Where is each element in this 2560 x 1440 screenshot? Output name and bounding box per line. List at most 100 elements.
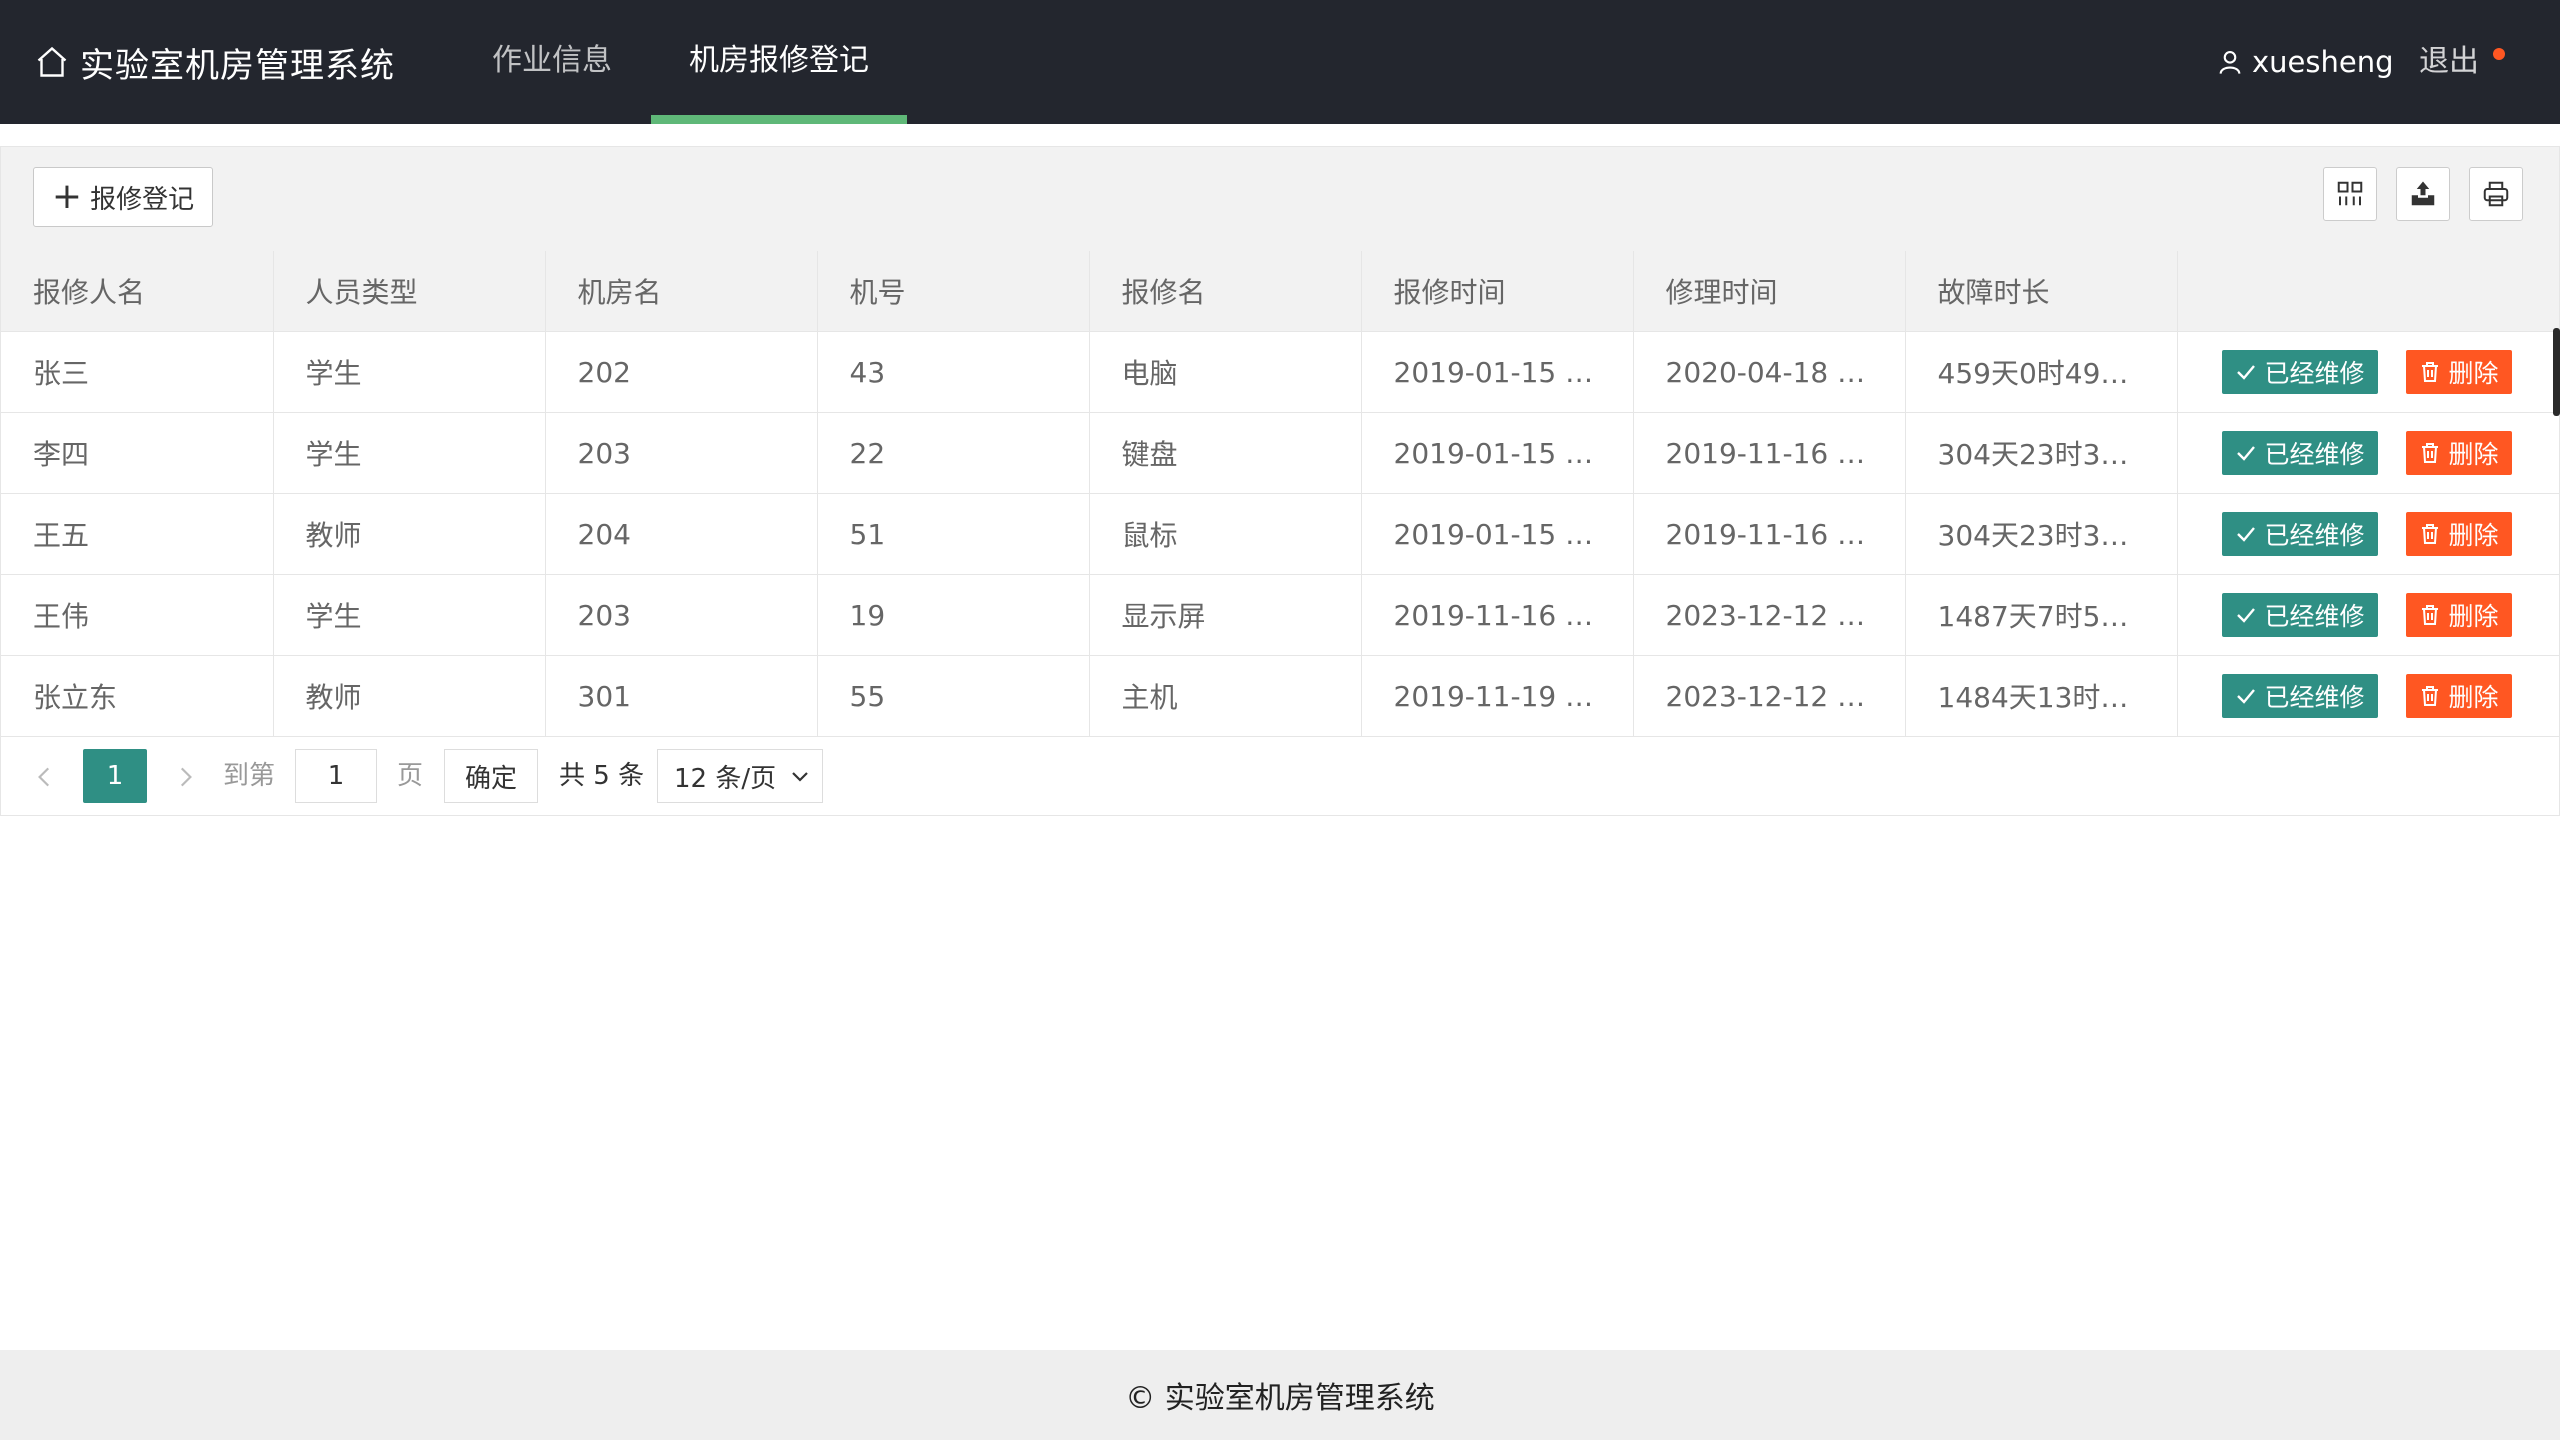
check-icon — [2237, 527, 2256, 542]
repair-table: 报修人名 人员类型 机房名 机号 报修名 报修时间 修理时间 故障时长 张三 学… — [1, 251, 2559, 737]
cell-actions: 已经维修 删除 — [2177, 331, 2559, 413]
app-logo[interactable]: 实验室机房管理系统 — [34, 36, 395, 88]
trash-icon — [2422, 443, 2439, 463]
goto-prefix: 到第 — [223, 761, 276, 791]
nav-repair-registration-label: 机房报修登记 — [689, 43, 869, 78]
footer-copyright: © 实验室机房管理系统 — [1125, 1381, 1435, 1416]
cell-fix-time: 2019-11-16 1… — [1633, 493, 1906, 575]
page-size-select[interactable]: 12 条/页 — [657, 749, 823, 803]
mark-repaired-label: 已经维修 — [2264, 359, 2365, 388]
cell-room-name: 301 — [545, 655, 818, 737]
cell-reporter-name: 张立东 — [1, 655, 274, 737]
page-footer: © 实验室机房管理系统 — [0, 1350, 2560, 1440]
print-button[interactable] — [2469, 167, 2523, 221]
cell-report-time: 2019-11-19 1… — [1361, 655, 1634, 737]
mark-repaired-label: 已经维修 — [2264, 521, 2365, 550]
col-report-time[interactable]: 报修时间 — [1361, 251, 1634, 332]
cell-room-name: 203 — [545, 412, 818, 494]
mark-repaired-button[interactable]: 已经维修 — [2221, 674, 2378, 718]
prev-page-button[interactable] — [25, 757, 65, 797]
cell-reporter-name: 王五 — [1, 493, 274, 575]
cell-fix-time: 2020-04-18 1… — [1633, 331, 1906, 413]
table-row[interactable]: 王伟 学生 203 19 显示屏 2019-11-16 1… 2023-12-1… — [1, 574, 2559, 656]
cell-report-time: 2019-01-15 1… — [1361, 493, 1634, 575]
delete-button[interactable]: 删除 — [2405, 593, 2512, 637]
mark-repaired-button[interactable]: 已经维修 — [2221, 431, 2378, 475]
mark-repaired-button[interactable]: 已经维修 — [2221, 512, 2378, 556]
goto-page-input[interactable]: 1 — [295, 749, 377, 803]
delete-button[interactable]: 删除 — [2405, 431, 2512, 475]
col-person-type[interactable]: 人员类型 — [273, 251, 546, 332]
trash-icon — [2422, 362, 2439, 382]
cell-actions: 已经维修 删除 — [2177, 655, 2559, 737]
col-fault-duration[interactable]: 故障时长 — [1905, 251, 2178, 332]
delete-button[interactable]: 删除 — [2405, 674, 2512, 718]
mark-repaired-label: 已经维修 — [2264, 683, 2365, 712]
user-menu[interactable]: xuesheng — [2216, 40, 2394, 84]
cell-report-time: 2019-11-16 1… — [1361, 574, 1634, 656]
col-room-name[interactable]: 机房名 — [545, 251, 818, 332]
cell-person-type: 学生 — [273, 412, 546, 494]
username: xuesheng — [2252, 45, 2394, 79]
goto-confirm-button[interactable]: 确定 — [444, 749, 538, 803]
cell-person-type: 教师 — [273, 655, 546, 737]
active-nav-indicator — [651, 115, 907, 124]
delete-label: 删除 — [2448, 683, 2499, 712]
cell-room-name: 204 — [545, 493, 818, 575]
trash-icon — [2422, 605, 2439, 625]
notification-dot — [2493, 48, 2505, 60]
cell-reporter-name: 王伟 — [1, 574, 274, 656]
scrollbar-thumb[interactable] — [2553, 328, 2560, 416]
nav-homework-info[interactable]: 作业信息 — [466, 0, 638, 124]
check-icon — [2237, 365, 2256, 380]
cell-room-name: 203 — [545, 574, 818, 656]
col-reporter-name[interactable]: 报修人名 — [1, 251, 274, 332]
cell-repair-item: 主机 — [1089, 655, 1362, 737]
cell-room-name: 202 — [545, 331, 818, 413]
col-actions — [2177, 251, 2559, 332]
check-icon — [2237, 446, 2256, 461]
cell-machine-no: 22 — [817, 412, 1090, 494]
columns-filter-button[interactable] — [2323, 167, 2377, 221]
cell-report-time: 2019-01-15 1… — [1361, 331, 1634, 413]
cell-fix-time: 2023-12-12 2… — [1633, 655, 1906, 737]
current-page[interactable]: 1 — [83, 749, 147, 803]
mark-repaired-label: 已经维修 — [2264, 602, 2365, 631]
table-row[interactable]: 李四 学生 203 22 键盘 2019-01-15 1… 2019-11-16… — [1, 412, 2559, 494]
table-row[interactable]: 张立东 教师 301 55 主机 2019-11-19 1… 2023-12-1… — [1, 655, 2559, 737]
cell-repair-item: 鼠标 — [1089, 493, 1362, 575]
cell-fix-time: 2023-12-12 2… — [1633, 574, 1906, 656]
cell-repair-item: 键盘 — [1089, 412, 1362, 494]
cell-actions: 已经维修 删除 — [2177, 412, 2559, 494]
delete-button[interactable]: 删除 — [2405, 512, 2512, 556]
cell-fault-duration: 1487天7时52… — [1905, 574, 2178, 656]
goto-suffix: 页 — [397, 761, 424, 791]
home-icon — [37, 46, 67, 77]
add-repair-button[interactable]: + 报修登记 — [33, 167, 213, 227]
table-row[interactable]: 王五 教师 204 51 鼠标 2019-01-15 1… 2019-11-16… — [1, 493, 2559, 575]
page-size-value: 12 条/页 — [674, 763, 777, 794]
mark-repaired-button[interactable]: 已经维修 — [2221, 593, 2378, 637]
top-header: 实验室机房管理系统 作业信息 机房报修登记 xuesheng 退出 — [0, 0, 2560, 124]
export-icon — [2411, 181, 2435, 206]
table-row[interactable]: 张三 学生 202 43 电脑 2019-01-15 1… 2020-04-18… — [1, 331, 2559, 413]
logout-link[interactable]: 退出 — [2419, 40, 2479, 84]
mark-repaired-label: 已经维修 — [2264, 440, 2365, 469]
delete-button[interactable]: 删除 — [2405, 350, 2512, 394]
mark-repaired-button[interactable]: 已经维修 — [2221, 350, 2378, 394]
delete-label: 删除 — [2448, 602, 2499, 631]
repair-table-card: + 报修登记 报修人名 人员类型 机房名 机号 报修名 报修时间 修理时间 故障… — [0, 146, 2560, 816]
col-repair-item[interactable]: 报修名 — [1089, 251, 1362, 332]
cell-repair-item: 电脑 — [1089, 331, 1362, 413]
delete-label: 删除 — [2448, 521, 2499, 550]
next-page-button[interactable] — [165, 757, 205, 797]
col-machine-no[interactable]: 机号 — [817, 251, 1090, 332]
trash-icon — [2422, 524, 2439, 544]
export-button[interactable] — [2396, 167, 2450, 221]
col-fix-time[interactable]: 修理时间 — [1633, 251, 1906, 332]
cell-fix-time: 2019-11-16 1… — [1633, 412, 1906, 494]
user-icon — [2219, 51, 2241, 74]
cell-fault-duration: 304天23时32… — [1905, 412, 2178, 494]
cell-reporter-name: 李四 — [1, 412, 274, 494]
nav-repair-registration[interactable]: 机房报修登记 — [651, 0, 907, 124]
